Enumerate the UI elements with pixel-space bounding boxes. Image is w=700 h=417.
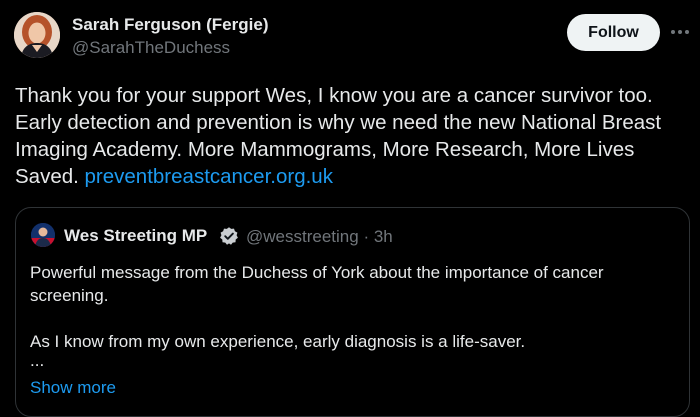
author-handle[interactable]: @SarahTheDuchess bbox=[72, 38, 230, 58]
author-name[interactable]: Sarah Ferguson (Fergie) bbox=[72, 15, 268, 35]
more-options-button[interactable] bbox=[668, 22, 692, 42]
quote-paragraph-2: As I know from my own experience, early … bbox=[30, 332, 526, 351]
quote-ellipsis: ... bbox=[30, 351, 45, 370]
avatar[interactable] bbox=[14, 12, 60, 58]
verified-badge-icon bbox=[219, 226, 239, 246]
quote-text: Powerful message from the Duchess of Yor… bbox=[30, 261, 680, 369]
quote-paragraph-1: Powerful message from the Duchess of Yor… bbox=[30, 263, 604, 305]
show-more-link[interactable]: Show more bbox=[30, 378, 116, 398]
tweet-text: Thank you for your support Wes, I know y… bbox=[15, 82, 690, 190]
quote-meta: @wesstreeting · 3h bbox=[246, 227, 393, 247]
quoted-tweet[interactable]: Wes Streeting MP @wesstreeting · 3h Powe… bbox=[15, 207, 690, 417]
follow-button[interactable]: Follow bbox=[567, 14, 660, 51]
quote-timestamp[interactable]: 3h bbox=[374, 227, 393, 246]
quote-handle[interactable]: @wesstreeting bbox=[246, 227, 359, 246]
tweet-link[interactable]: preventbreastcancer.org.uk bbox=[85, 165, 333, 188]
quote-author-name[interactable]: Wes Streeting MP bbox=[64, 226, 207, 246]
more-horizontal-icon bbox=[671, 30, 689, 34]
quote-avatar[interactable] bbox=[31, 223, 55, 247]
meta-separator: · bbox=[363, 227, 370, 246]
